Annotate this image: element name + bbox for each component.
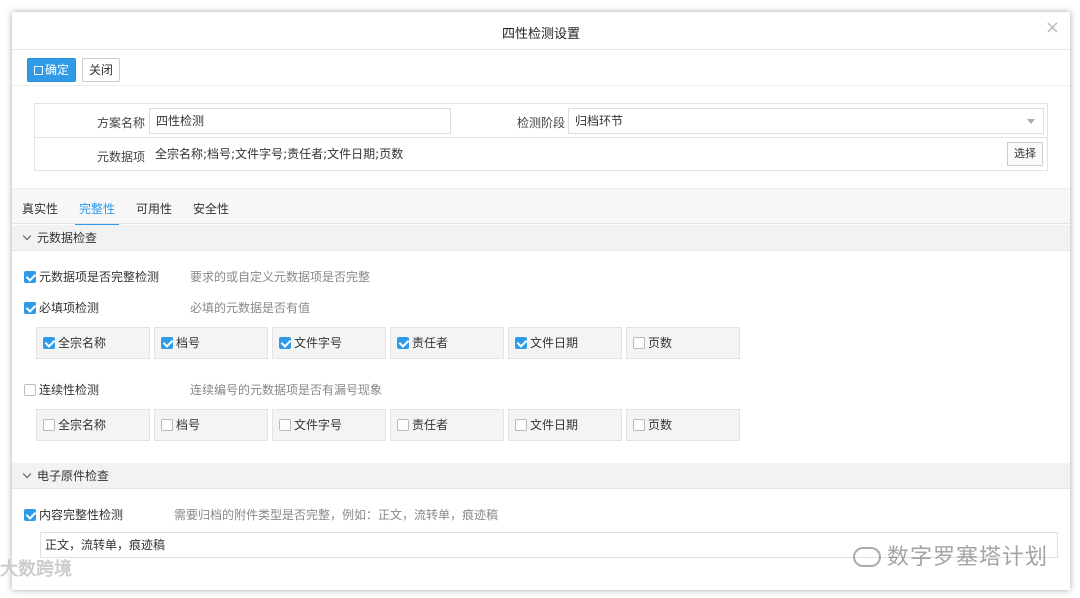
checkbox[interactable] [43,419,55,431]
check-hint: 需要归档的附件类型是否完整，例如：正文，流转单，痕迹稿 [174,508,499,522]
metadata-label: 元数据项 [96,150,145,164]
option-label: 文件日期 [530,336,579,350]
metadata-value: 全宗名称;档号;文件字号;责任者;文件日期;页数 [149,142,999,168]
option-label: 页数 [648,418,673,432]
option-label: 全宗名称 [58,336,107,350]
checkbox[interactable] [279,337,291,349]
tab-authenticity[interactable]: 真实性 [22,200,58,217]
check-hint: 要求的或自定义元数据项是否完整 [190,270,371,284]
chevron-down-icon [1027,119,1035,124]
stage-select-value: 归档环节 [575,114,624,128]
section-electronic-original-check[interactable]: 电子原件检查 [12,463,1070,489]
option-label: 责任者 [412,336,449,350]
required-field-option[interactable]: 文件字号 [272,327,386,359]
stage-select[interactable]: 归档环节 [568,108,1044,134]
checkbox[interactable] [515,419,527,431]
check-continuity[interactable]: 连续性检测 [24,381,99,398]
scheme-form: 方案名称 四性检测 检测阶段 归档环节 元数据项 全宗名称;档号;文件字号;责任… [34,103,1048,171]
option-label: 全宗名称 [58,418,107,432]
check-label: 必填项检测 [39,301,100,315]
chevron-down-icon [22,469,32,479]
option-label: 档号 [176,418,201,432]
check-content-integrity[interactable]: 内容完整性检测 [24,506,123,523]
dialog-title: 四性检测设置 [501,27,580,42]
save-icon [34,66,43,75]
form-row-metadata: 元数据项 全宗名称;档号;文件字号;责任者;文件日期;页数 选择 [35,138,1047,172]
continuity-field-option[interactable]: 档号 [154,409,268,441]
scheme-name-input[interactable]: 四性检测 [149,108,451,134]
checkbox[interactable] [633,419,645,431]
section-title: 元数据检查 [37,231,98,245]
watermark-secondary: 大数跨境 [0,559,72,580]
check-label: 元数据项是否完整检测 [39,270,160,284]
required-field-option[interactable]: 文件日期 [508,327,622,359]
checkbox[interactable] [24,302,36,314]
form-row-scheme: 方案名称 四性检测 检测阶段 归档环节 [35,104,1047,138]
toolbar: 确定 关闭 [12,50,1070,86]
stage-label: 检测阶段 [516,116,565,130]
checkbox[interactable] [161,419,173,431]
continuity-field-option[interactable]: 全宗名称 [36,409,150,441]
chevron-down-icon [22,231,32,241]
watermark-text: 数字罗塞塔计划 [886,545,1048,570]
option-label: 页数 [648,336,673,350]
dialog-window: 四性检测设置 × 确定 关闭 方案名称 四性检测 检测阶段 归档环节 元数据项 … [12,12,1070,590]
confirm-button[interactable]: 确定 [27,58,77,82]
required-field-option[interactable]: 全宗名称 [36,327,150,359]
confirm-button-label: 确定 [45,63,70,77]
checkbox[interactable] [43,337,55,349]
continuity-field-option[interactable]: 责任者 [390,409,504,441]
tab-bar: 真实性 完整性 可用性 安全性 [12,188,1070,226]
checkbox[interactable] [633,337,645,349]
close-button[interactable]: 关闭 [82,58,121,82]
watermark: 数字罗塞塔计划 [852,539,1048,571]
option-label: 档号 [176,336,201,350]
option-label: 责任者 [412,418,449,432]
option-label: 文件日期 [530,418,579,432]
checkbox[interactable] [397,419,409,431]
checkbox[interactable] [24,384,36,396]
checkbox[interactable] [397,337,409,349]
choose-button[interactable]: 选择 [1007,142,1043,166]
option-label: 文件字号 [294,418,343,432]
check-label: 连续性检测 [39,383,100,397]
wechat-icon [852,547,881,567]
close-icon[interactable]: × [1045,19,1060,37]
check-required[interactable]: 必填项检测 [24,299,99,316]
continuity-field-option[interactable]: 文件字号 [272,409,386,441]
checkbox[interactable] [24,509,36,521]
section-title: 电子原件检查 [37,469,110,483]
checkbox[interactable] [161,337,173,349]
continuity-field-option[interactable]: 文件日期 [508,409,622,441]
checkbox[interactable] [279,419,291,431]
tab-integrity[interactable]: 完整性 [74,200,120,226]
checkbox[interactable] [24,271,36,283]
check-hint: 连续编号的元数据项是否有漏号现象 [190,383,383,397]
check-metadata-complete[interactable]: 元数据项是否完整检测 [24,268,159,285]
checkbox[interactable] [515,337,527,349]
tab-usability[interactable]: 可用性 [136,200,172,217]
section-metadata-check[interactable]: 元数据检查 [12,225,1070,251]
scheme-name-label: 方案名称 [96,116,145,130]
check-label: 内容完整性检测 [39,508,124,522]
option-label: 文件字号 [294,336,343,350]
tab-security[interactable]: 安全性 [193,200,229,217]
dialog-titlebar: 四性检测设置 × [12,12,1070,50]
required-field-option[interactable]: 页数 [626,327,740,359]
check-hint: 必填的元数据是否有值 [190,301,311,315]
required-field-option[interactable]: 责任者 [390,327,504,359]
required-field-option[interactable]: 档号 [154,327,268,359]
continuity-field-option[interactable]: 页数 [626,409,740,441]
